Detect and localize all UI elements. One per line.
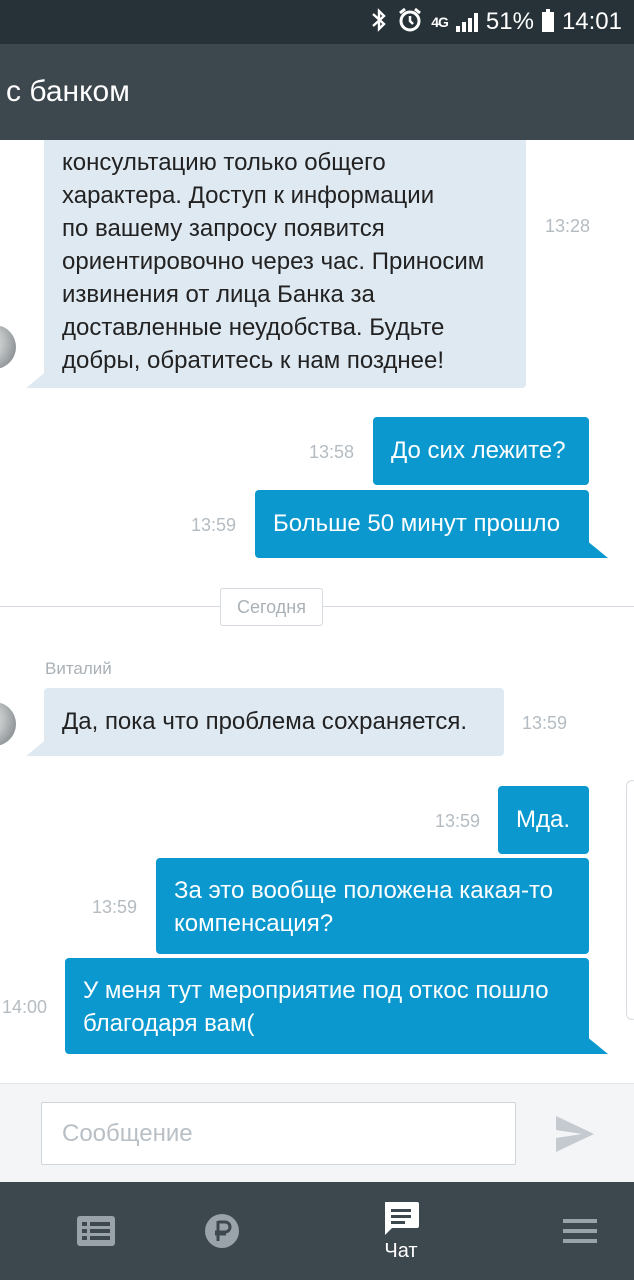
app-bar: с банком xyxy=(0,44,634,140)
message-text-line: У меня тут мероприятие под откос пошло xyxy=(83,977,549,1004)
message-text: Больше 50 минут прошло xyxy=(273,510,561,537)
send-button[interactable] xyxy=(552,1112,598,1156)
message-time: 13:28 xyxy=(545,216,591,236)
message-time: 13:59 xyxy=(522,713,568,733)
date-chip: Сегодня xyxy=(220,588,323,626)
nav-item-history[interactable] xyxy=(36,1182,156,1280)
nav-item-chat[interactable]: Чат xyxy=(341,1182,461,1280)
menu-icon xyxy=(563,1219,597,1243)
message-input[interactable] xyxy=(41,1102,516,1165)
avatar xyxy=(0,325,16,369)
bubble-tail xyxy=(586,540,608,558)
message-text-line: добры, обратитесь к нам позднее! xyxy=(62,347,445,374)
scroll-indicator[interactable] xyxy=(626,780,634,1020)
message-text: Да, пока что проблема сохраняется. xyxy=(62,708,468,735)
message-text-line: извинения от лица Банка за xyxy=(62,281,375,308)
message-text-line: характера. Доступ к информации xyxy=(62,182,435,209)
message-time: 14:00 xyxy=(2,997,48,1017)
message-text-line: по вашему запросу появится xyxy=(62,215,385,242)
clock: 14:01 xyxy=(561,8,622,35)
ruble-icon xyxy=(205,1214,239,1248)
send-icon xyxy=(556,1116,594,1152)
message-text-line: консультацию только общего xyxy=(62,149,386,176)
battery-icon xyxy=(541,9,554,32)
network-type: 4G xyxy=(431,14,449,30)
bubble-tail xyxy=(586,1036,608,1054)
message-time: 13:59 xyxy=(92,897,138,917)
chat-history[interactable]: консультацию только общего характера. До… xyxy=(0,140,634,1083)
message-bubble-outgoing: Больше 50 минут прошло xyxy=(255,490,589,558)
chat-title: с банком xyxy=(6,75,130,108)
message-bubble-outgoing: Мда. xyxy=(498,786,589,854)
message-text-line: ориентировочно через час. Приносим xyxy=(62,248,485,275)
bubble-tail xyxy=(26,370,48,388)
nav-label-chat: Чат xyxy=(384,1239,418,1262)
message-time: 13:59 xyxy=(191,515,237,535)
message-composer xyxy=(0,1083,634,1182)
bubble-tail xyxy=(26,738,48,756)
bluetooth-icon xyxy=(369,8,389,36)
message-time: 13:58 xyxy=(309,442,355,462)
message-text-line: благодаря вам( xyxy=(83,1010,255,1037)
alarm-icon xyxy=(397,7,423,37)
message-bubble-incoming: Да, пока что проблема сохраняется. xyxy=(44,688,504,756)
message-text-line: компенсация? xyxy=(174,910,334,937)
list-icon xyxy=(77,1216,115,1246)
signal-icon xyxy=(455,12,478,32)
message-text-line: доставленные неудобства. Будьте xyxy=(62,314,445,341)
bottom-navigation: Чат xyxy=(0,1182,634,1280)
message-text: До сих лежите? xyxy=(391,437,566,464)
message-bubble-outgoing: До сих лежите? xyxy=(373,417,589,485)
message-text-line: За это вообще положена какая-то xyxy=(174,877,554,904)
chat-icon xyxy=(385,1201,419,1235)
message-bubble-outgoing: За это вообще положена какая-то компенса… xyxy=(156,858,589,954)
avatar xyxy=(0,702,16,746)
nav-item-payments[interactable] xyxy=(162,1182,282,1280)
message-text: Мда. xyxy=(516,806,571,833)
battery-percent: 51% xyxy=(485,8,534,35)
nav-item-menu[interactable] xyxy=(520,1182,634,1280)
message-bubble-outgoing: У меня тут мероприятие под откос пошло б… xyxy=(65,958,589,1054)
message-time: 13:59 xyxy=(435,811,481,831)
message-author: Виталий xyxy=(45,659,112,678)
message-bubble-incoming: консультацию только общего характера. До… xyxy=(44,140,526,388)
status-bar: 4G 51% 14:01 xyxy=(0,0,634,44)
